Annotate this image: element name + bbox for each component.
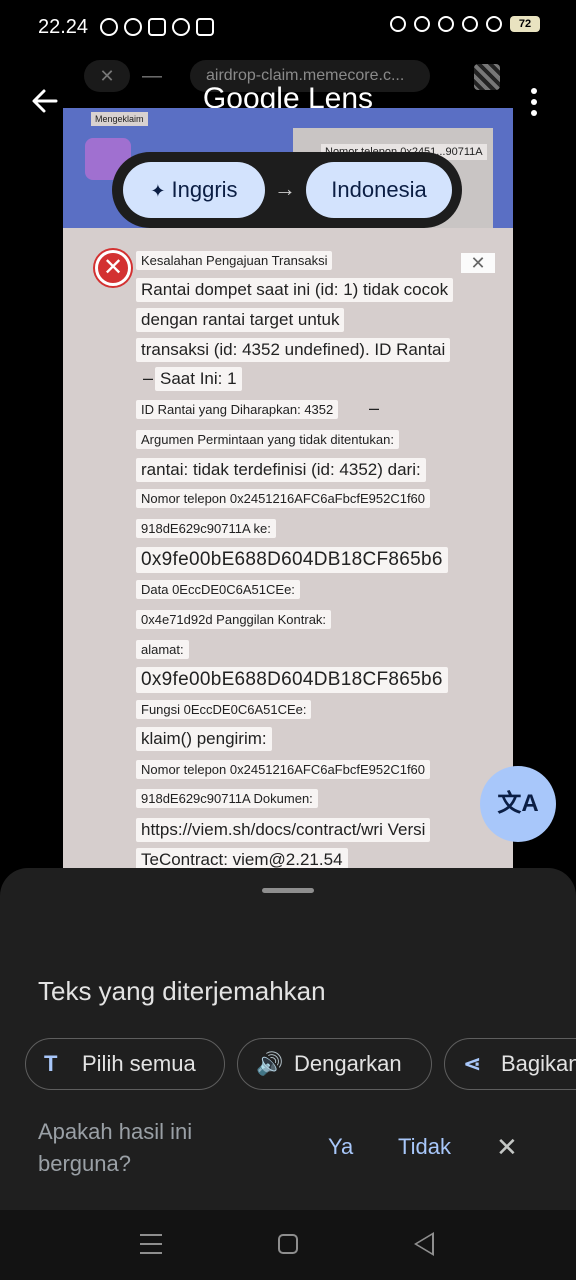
translated-line[interactable]: Fungsi 0EccDE0C6A51CEe: [136, 700, 312, 719]
translated-line[interactable]: dengan rantai target untuk [136, 308, 345, 332]
dismiss-feedback-icon[interactable]: ✕ [496, 1132, 518, 1163]
image-chip-label: Mengeklaim [91, 112, 148, 126]
translated-line[interactable]: Rantai dompet saat ini (id: 1) tidak coc… [136, 278, 454, 302]
listen-button[interactable]: 🔊 Dengarkan [237, 1038, 432, 1090]
arrow-right-icon: → [274, 176, 296, 201]
speaker-icon: 🔊 [256, 1051, 284, 1076]
translated-line[interactable]: Nomor telepon 0x2451216AFC6aFbcfE952C1f6… [136, 489, 431, 508]
alarm-icon [390, 16, 406, 32]
translated-line[interactable]: Data 0EccDE0C6A51CEe: [136, 580, 300, 599]
target-language-label: Indonesia [331, 177, 427, 202]
translated-line[interactable]: transaksi (id: 4352 undefined). ID Ranta… [136, 338, 451, 362]
translated-line[interactable]: Argumen Permintaan yang tidak ditentukan… [136, 430, 399, 449]
sheet-drag-handle[interactable] [262, 888, 314, 893]
bluetooth-icon [438, 16, 454, 32]
notification-icons [100, 18, 214, 36]
status-time: 22.24 [38, 16, 89, 38]
system-nav-bar [0, 1210, 576, 1280]
source-language-label: Inggris [171, 177, 238, 202]
share-icon: ⋖ [463, 1051, 482, 1076]
more-options-icon[interactable] [530, 88, 538, 116]
share-button[interactable]: ⋖ Bagikan [444, 1038, 576, 1090]
dash-mark: – [369, 398, 380, 418]
translated-line[interactable]: 0x9fe00bE688D604DB18CF865b6 [136, 667, 448, 693]
wifi-icon [462, 16, 478, 32]
close-icon: ✕ [461, 253, 495, 273]
listen-label: Dengarkan [294, 1051, 402, 1076]
dash-mark: – [143, 368, 154, 388]
bottom-sheet: Teks yang diterjemahkan T Pilih semua 🔊 … [0, 868, 576, 1210]
nav-back-icon[interactable] [414, 1232, 434, 1256]
translated-line[interactable]: 0x4e71d92d Panggilan Kontrak: [136, 610, 332, 629]
status-bar: 22.24 72 [0, 0, 576, 56]
translated-line[interactable]: rantai: tidak terdefinisi (id: 4352) dar… [136, 458, 426, 482]
select-all-label: Pilih semua [82, 1051, 196, 1076]
feedback-no-button[interactable]: Tidak [398, 1134, 451, 1160]
target-language-button[interactable]: Indonesia [306, 162, 452, 218]
translated-line[interactable]: TeContract: viem@2.21.54 [136, 848, 348, 868]
whatsapp-icon [100, 18, 118, 36]
gallery-icon [196, 18, 214, 36]
translated-line[interactable]: Nomor telepon 0x2451216AFC6aFbcfE952C1f6… [136, 760, 431, 779]
translated-line[interactable]: klaim() pengirim: [136, 727, 272, 751]
select-all-button[interactable]: T Pilih semua [25, 1038, 225, 1090]
battery-icon: 72 [510, 16, 540, 32]
system-icons: 72 [390, 16, 540, 32]
text-icon: T [44, 1051, 58, 1076]
source-language-button[interactable]: ✦ Inggris [123, 162, 265, 218]
translated-line[interactable]: Saat Ini: 1 [155, 367, 242, 391]
signal-icon [486, 16, 502, 32]
translated-line[interactable]: 0x9fe00bE688D604DB18CF865b6 [136, 547, 448, 573]
feedback-yes-button[interactable]: Ya [328, 1134, 353, 1160]
translated-line[interactable]: ID Rantai yang Diharapkan: 4352 [136, 400, 339, 419]
translated-content: ✕ ✕ Kesalahan Pengajuan Transaksi Rantai… [63, 228, 513, 868]
language-switch: ✦ Inggris → Indonesia [112, 152, 462, 228]
youtube-icon [148, 18, 166, 36]
translate-icon[interactable]: 文A [480, 766, 556, 842]
sparkle-icon: ✦ [150, 181, 166, 201]
error-icon: ✕ [95, 250, 131, 286]
app-notification-icon [172, 18, 190, 36]
translated-line[interactable]: 918dE629c90711A ke: [136, 519, 276, 538]
share-label: Bagikan [501, 1051, 576, 1076]
home-icon[interactable] [278, 1234, 298, 1254]
vibrate-icon [414, 16, 430, 32]
recent-apps-icon[interactable] [140, 1234, 162, 1254]
sheet-title: Teks yang diterjemahkan [38, 976, 326, 1006]
translated-line[interactable]: alamat: [136, 640, 189, 659]
translated-line[interactable]: https://viem.sh/docs/contract/wri Versi [136, 818, 431, 842]
translated-line[interactable]: 918dE629c90711A Dokumen: [136, 789, 318, 808]
feedback-question: Apakah hasil ini berguna? [38, 1119, 193, 1176]
translated-line[interactable]: Kesalahan Pengajuan Transaksi [136, 251, 333, 270]
facebook-icon [124, 18, 142, 36]
